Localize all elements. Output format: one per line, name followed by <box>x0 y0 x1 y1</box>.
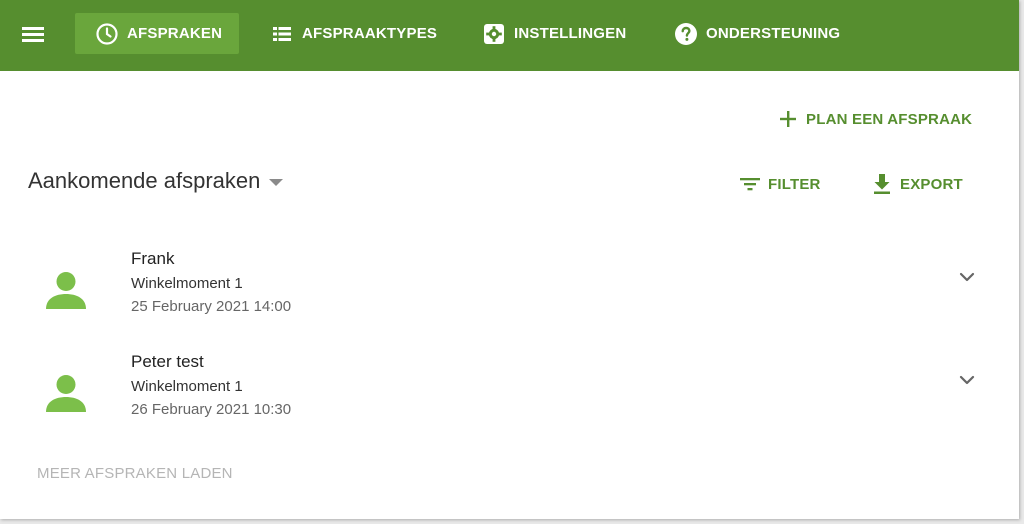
app-window: AFSPRAKEN AFSPRAAKTYPES INSTELLINGEN OND… <box>0 0 1019 519</box>
chevron-down-icon[interactable] <box>956 266 978 288</box>
export-button[interactable]: EXPORT <box>870 172 963 196</box>
clock-icon <box>95 22 119 46</box>
nav-tab-label: AFSPRAAKTYPES <box>302 25 438 42</box>
appointment-name: Frank <box>131 249 175 268</box>
person-icon <box>44 268 88 312</box>
appointment-type: Winkelmoment 1 <box>131 378 243 395</box>
nav-tab-instellingen[interactable]: INSTELLINGEN <box>482 13 626 54</box>
nav-tab-afspraken[interactable]: AFSPRAKEN <box>75 13 239 54</box>
chevron-down-icon[interactable] <box>956 369 978 391</box>
hamburger-icon <box>22 27 44 30</box>
filter-label: FILTER <box>768 175 821 193</box>
appointment-row[interactable]: Frank Winkelmoment 1 25 February 2021 14… <box>0 249 1019 339</box>
download-icon <box>870 172 894 196</box>
plan-appointment-label: PLAN EEN AFSPRAAK <box>806 110 973 128</box>
export-label: EXPORT <box>900 175 963 193</box>
filter-button[interactable]: FILTER <box>738 172 821 196</box>
appointment-name: Peter test <box>131 352 204 371</box>
gear-icon <box>482 22 506 46</box>
filter-icon <box>738 172 762 196</box>
nav-tab-label: ONDERSTEUNING <box>706 25 841 42</box>
appointment-datetime: 26 February 2021 10:30 <box>131 401 292 418</box>
hamburger-menu-button[interactable] <box>16 20 52 48</box>
caret-down-icon <box>269 178 284 186</box>
nav-tab-afspraaktypes[interactable]: AFSPRAAKTYPES <box>270 13 437 54</box>
person-icon <box>44 371 88 415</box>
nav-tab-label: INSTELLINGEN <box>514 25 627 42</box>
plan-appointment-button[interactable]: PLAN EEN AFSPRAAK <box>776 107 972 131</box>
help-icon <box>674 22 698 46</box>
section-title-dropdown[interactable]: Aankomende afspraken <box>28 168 284 194</box>
top-navigation-bar: AFSPRAKEN AFSPRAAKTYPES INSTELLINGEN OND… <box>0 0 1019 71</box>
page-title: Aankomende afspraken <box>28 168 261 193</box>
nav-tab-label: AFSPRAKEN <box>127 25 223 42</box>
nav-tab-ondersteuning[interactable]: ONDERSTEUNING <box>674 13 840 54</box>
appointment-row[interactable]: Peter test Winkelmoment 1 26 February 20… <box>0 352 1019 442</box>
appointment-type: Winkelmoment 1 <box>131 275 243 292</box>
appointment-datetime: 25 February 2021 14:00 <box>131 298 292 315</box>
list-icon <box>270 22 294 46</box>
plus-icon <box>776 107 800 131</box>
load-more-button[interactable]: MEER AFSPRAKEN LADEN <box>37 465 233 482</box>
